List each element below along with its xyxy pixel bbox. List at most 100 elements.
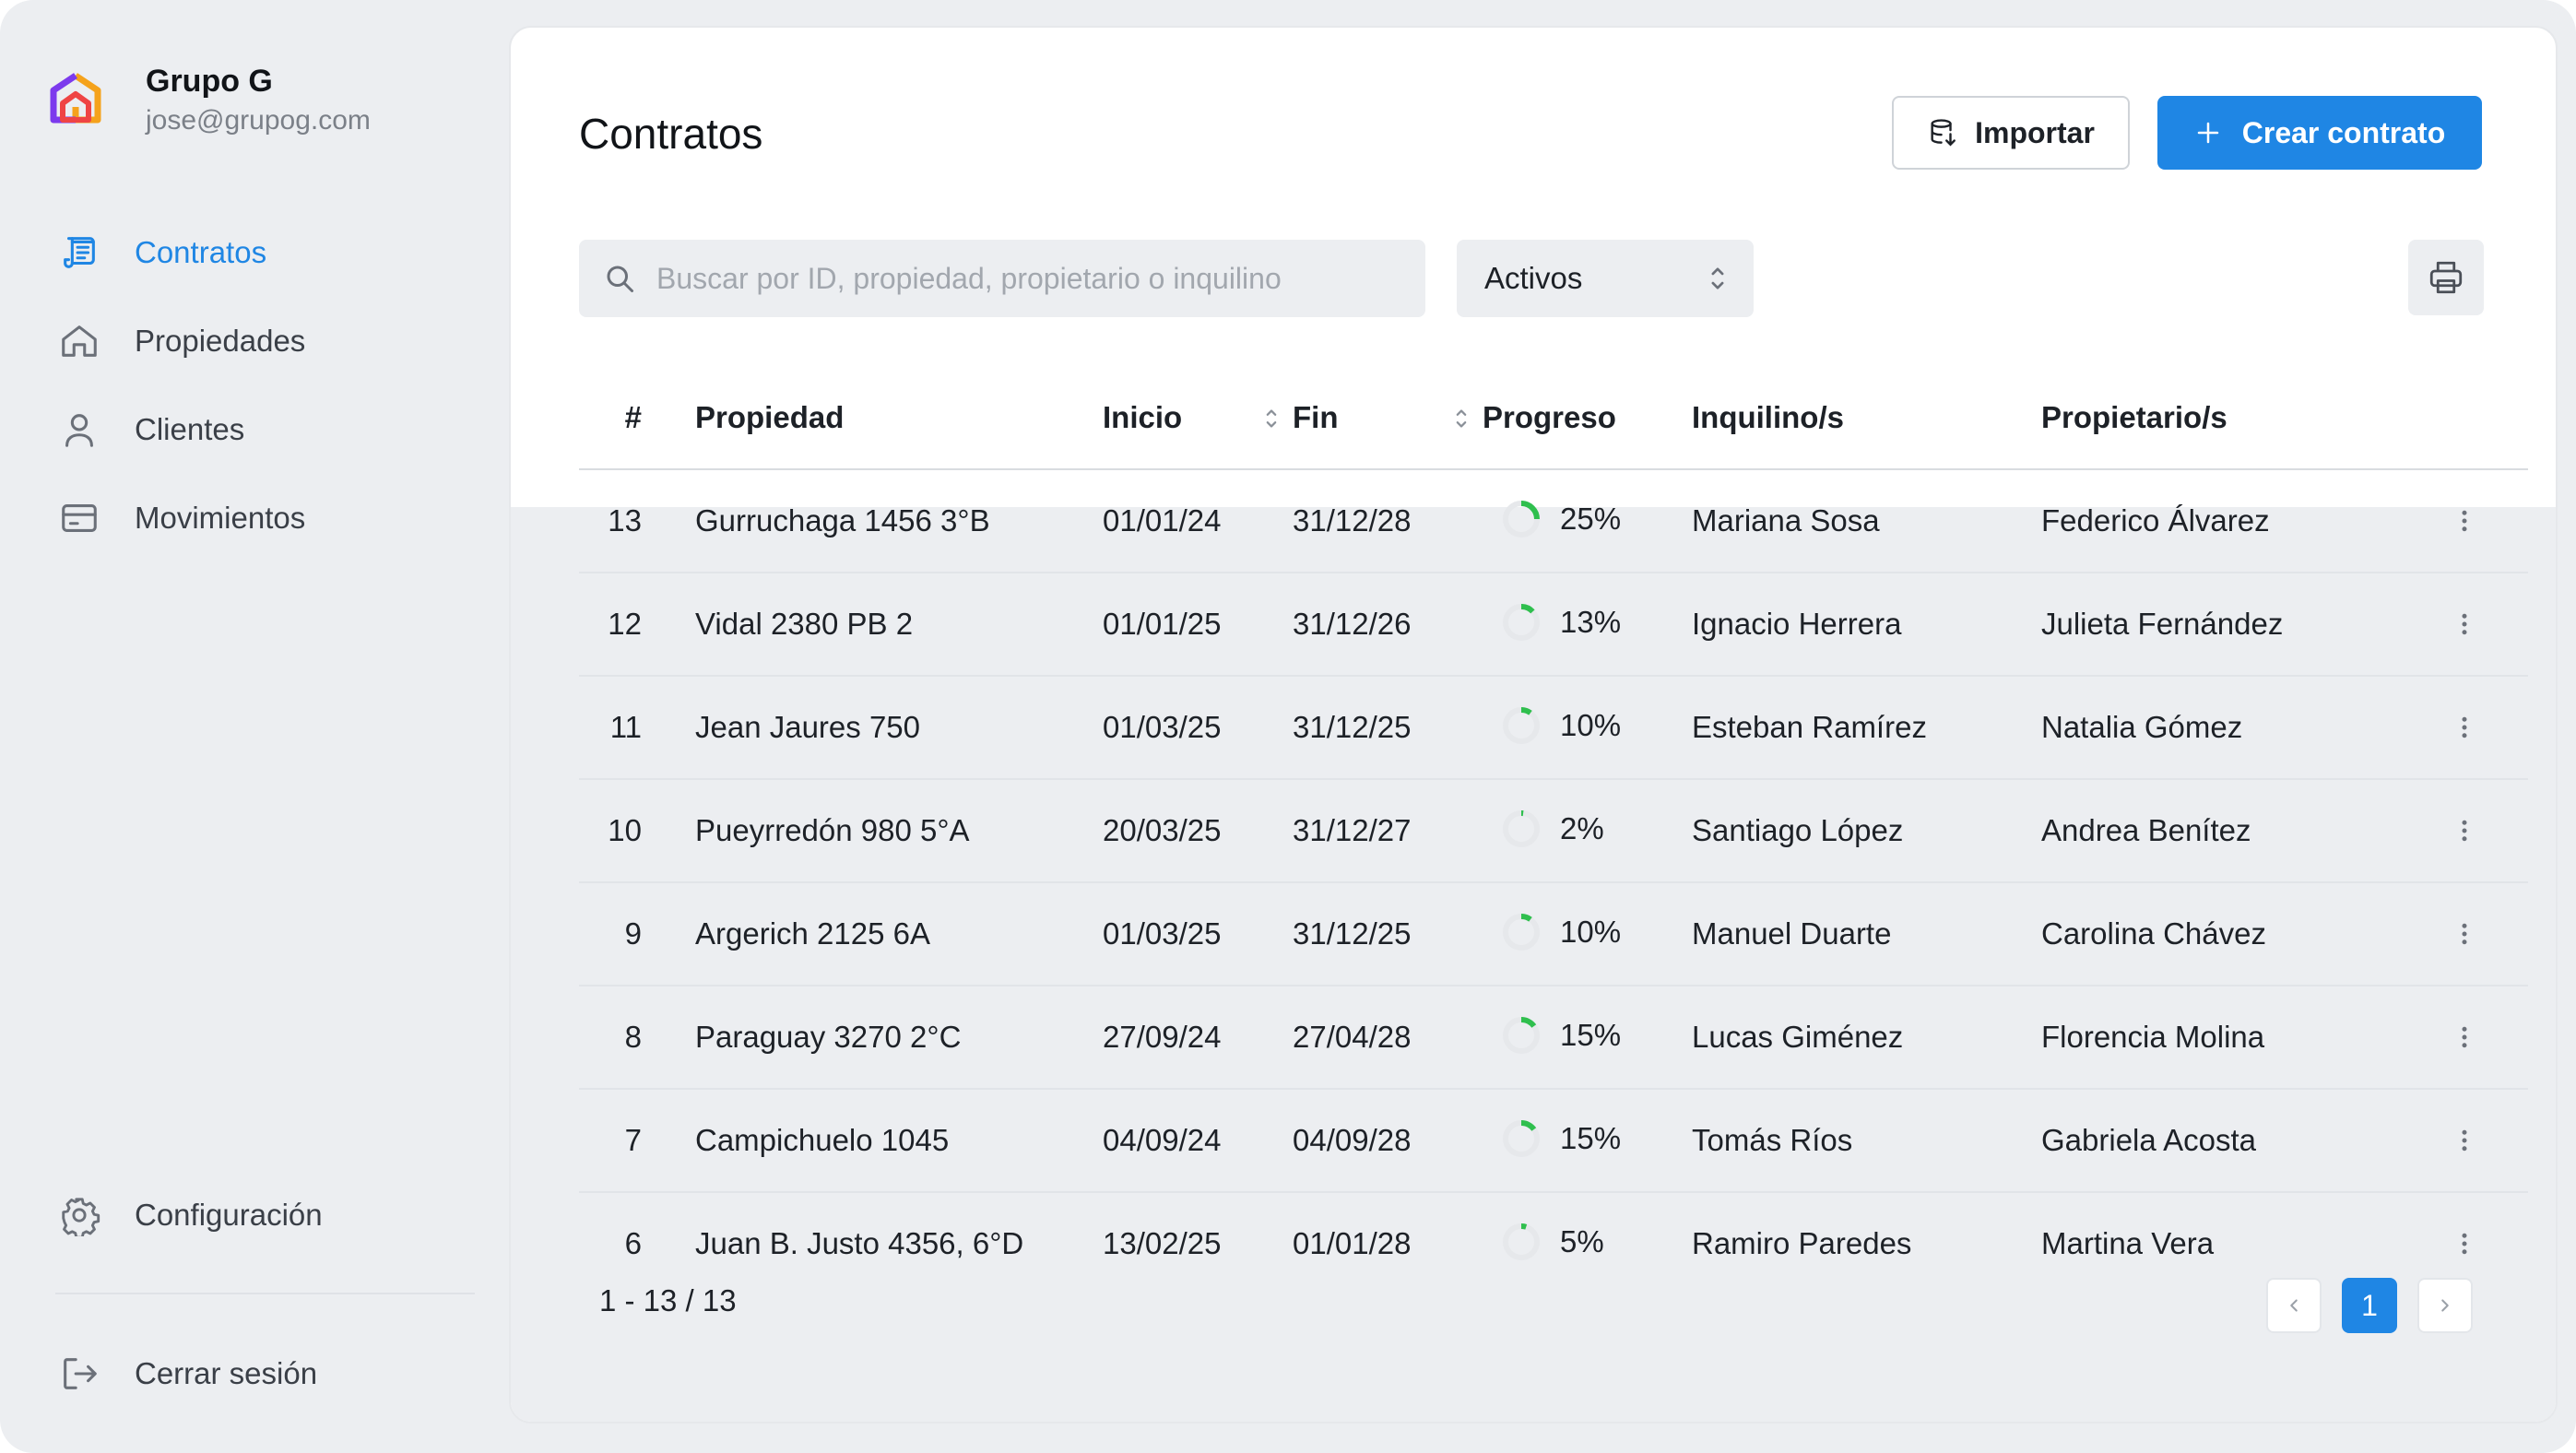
sidebar-nav: Contratos Propiedades Clientes Movimient… [55, 208, 305, 562]
row-propiedad: Juan B. Justo 4356, 6°D [695, 1226, 1024, 1260]
row-inquilino: Mariana Sosa [1692, 503, 1880, 537]
row-progreso: 10% [1501, 705, 1621, 746]
progress-ring-icon [1503, 1017, 1540, 1054]
row-inicio: 01/01/25 [1103, 607, 1222, 641]
row-id: 12 [608, 607, 642, 641]
logout-button[interactable]: Cerrar sesión [55, 1329, 317, 1418]
row-id: 8 [624, 1020, 642, 1054]
progress-ring-icon [1503, 1120, 1540, 1157]
column-header-inquilino: Inquilino/s [1692, 400, 1844, 434]
sidebar-item-label: Movimientos [135, 501, 306, 535]
row-progreso-value: 15% [1560, 1121, 1622, 1155]
brand-logo-icon [50, 73, 101, 124]
org-email: jose@grupog.com [146, 105, 371, 136]
row-menu-button[interactable] [2460, 1090, 2469, 1191]
row-inicio: 01/01/24 [1103, 503, 1222, 537]
row-menu-button[interactable] [2460, 986, 2469, 1088]
row-propietario: Carolina Chávez [2041, 916, 2266, 951]
progress-ring-icon [1503, 914, 1540, 951]
org-name: Grupo G [146, 64, 273, 99]
row-progreso: 5% [1501, 1222, 1604, 1262]
table-row[interactable]: 9 Argerich 2125 6A 01/03/25 31/12/25 10%… [579, 883, 2528, 986]
user-icon [55, 406, 103, 454]
row-inquilino: Ramiro Paredes [1692, 1226, 1912, 1260]
row-propietario: Florencia Molina [2041, 1020, 2265, 1054]
table-row[interactable]: 7 Campichuelo 1045 04/09/24 04/09/28 15%… [579, 1090, 2528, 1193]
table-row[interactable]: 11 Jean Jaures 750 01/03/25 31/12/25 10%… [579, 677, 2528, 780]
progress-ring-icon [1503, 707, 1540, 744]
table-row[interactable]: 10 Pueyrredón 980 5°A 20/03/25 31/12/27 … [579, 780, 2528, 883]
progress-ring-icon [1503, 1223, 1540, 1260]
table-row[interactable]: 8 Paraguay 3270 2°C 27/09/24 27/04/28 15… [579, 986, 2528, 1090]
row-id: 9 [624, 916, 642, 951]
gear-icon [55, 1191, 103, 1239]
row-progreso-value: 25% [1560, 502, 1622, 536]
sidebar-item-contratos[interactable]: Contratos [55, 208, 305, 297]
sidebar-item-label: Configuración [135, 1198, 323, 1232]
row-propiedad: Argerich 2125 6A [695, 916, 930, 951]
progress-ring-icon [1503, 810, 1540, 847]
row-propietario: Gabriela Acosta [2041, 1123, 2256, 1157]
row-menu-button[interactable] [2460, 470, 2469, 572]
card-icon [55, 494, 103, 542]
row-menu-button[interactable] [2460, 780, 2469, 881]
sidebar-divider [55, 1293, 475, 1294]
page-button-current[interactable]: 1 [2342, 1278, 2397, 1333]
table-row[interactable]: 6 Juan B. Justo 4356, 6°D 13/02/25 01/01… [579, 1193, 2528, 1294]
row-fin: 31/12/26 [1293, 607, 1412, 641]
more-vertical-icon [2462, 1129, 2467, 1152]
create-contract-button[interactable]: Crear contrato [2157, 96, 2482, 170]
row-id: 13 [608, 503, 642, 537]
row-inquilino: Santiago López [1692, 813, 1904, 847]
column-header-fin[interactable]: Fin [1293, 369, 1338, 467]
print-button[interactable] [2408, 240, 2484, 315]
column-header-progreso: Progreso [1483, 400, 1616, 434]
row-menu-button[interactable] [2460, 883, 2469, 985]
pagination-summary: 1 - 13 / 13 [599, 1283, 737, 1317]
search-input[interactable] [655, 260, 1414, 297]
sidebar-item-configuracion[interactable]: Configuración [55, 1171, 323, 1259]
status-select[interactable]: Activos [1457, 240, 1754, 317]
column-header-inicio[interactable]: Inicio [1103, 369, 1182, 467]
row-fin: 31/12/27 [1293, 813, 1412, 847]
settings-section: Configuración [55, 1171, 323, 1259]
next-page-button[interactable] [2417, 1278, 2473, 1333]
row-fin: 27/04/28 [1293, 1020, 1412, 1054]
sidebar-item-movimientos[interactable]: Movimientos [55, 474, 305, 562]
row-menu-button[interactable] [2460, 677, 2469, 778]
sort-icon[interactable] [1453, 406, 1470, 431]
sort-icon[interactable] [1263, 406, 1280, 431]
row-progreso-value: 10% [1560, 708, 1622, 742]
org-switcher[interactable]: Grupo G jose@grupog.com [46, 61, 371, 140]
chevron-right-icon [2441, 1299, 2449, 1312]
row-progreso: 25% [1501, 499, 1621, 539]
row-inicio: 27/09/24 [1103, 1020, 1222, 1054]
more-vertical-icon [2462, 1026, 2467, 1048]
pagination: 1 [2266, 1278, 2473, 1333]
import-button[interactable]: Importar [1892, 96, 2130, 170]
create-contract-label: Crear contrato [2241, 115, 2446, 149]
prev-page-button[interactable] [2266, 1278, 2322, 1333]
row-inquilino: Manuel Duarte [1692, 916, 1892, 951]
sidebar-item-label: Clientes [135, 412, 245, 446]
row-inquilino: Lucas Giménez [1692, 1020, 1904, 1054]
search-field[interactable] [579, 240, 1425, 317]
row-propiedad: Vidal 2380 PB 2 [695, 607, 914, 641]
row-menu-button[interactable] [2460, 573, 2469, 675]
printer-icon [2429, 261, 2463, 294]
sidebar-item-clientes[interactable]: Clientes [55, 385, 305, 474]
row-inquilino: Tomás Ríos [1692, 1123, 1853, 1157]
row-fin: 31/12/25 [1293, 710, 1412, 744]
table-row[interactable]: 13 Gurruchaga 1456 3°B 01/01/24 31/12/28… [579, 470, 2528, 573]
table-row[interactable]: 12 Vidal 2380 PB 2 01/01/25 31/12/26 13%… [579, 573, 2528, 677]
row-fin: 01/01/28 [1293, 1226, 1412, 1260]
sidebar-item-label: Cerrar sesión [135, 1356, 318, 1390]
row-inicio: 01/03/25 [1103, 710, 1222, 744]
home-icon [55, 317, 103, 365]
contracts-panel: Contratos Importar Crear contrato Activo… [509, 26, 2558, 1423]
row-propietario: Julieta Fernández [2041, 607, 2284, 641]
sidebar-item-propiedades[interactable]: Propiedades [55, 297, 305, 385]
more-vertical-icon [2462, 510, 2467, 532]
row-progreso-value: 5% [1560, 1224, 1604, 1258]
app-window: Grupo G jose@grupog.com Contratos Propie… [0, 0, 2576, 1453]
